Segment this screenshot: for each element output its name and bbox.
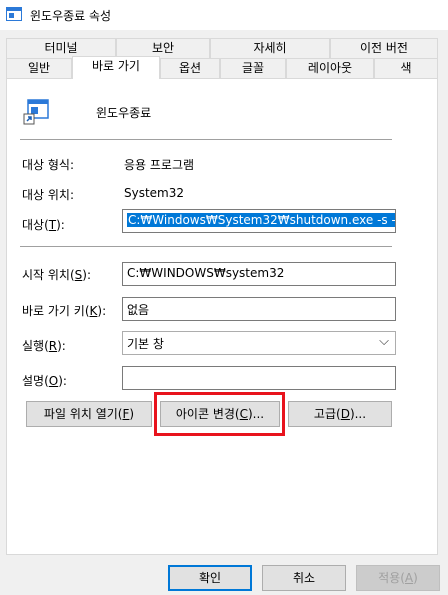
- shortcut-key-label: 바로 가기 키(K):: [22, 304, 107, 318]
- comment-input[interactable]: [122, 366, 396, 390]
- chevron-down-icon: ⌵: [379, 334, 389, 349]
- target-location-value: System32: [124, 186, 185, 200]
- tab-general[interactable]: 일반: [6, 58, 72, 79]
- start-in-label: 시작 위치(S):: [22, 268, 92, 282]
- title-bar: 윈도우종료 속성: [0, 0, 448, 30]
- run-select[interactable]: 기본 창 ⌵: [122, 331, 396, 355]
- target-location-label: 대상 위치:: [22, 188, 75, 202]
- shortcut-name: 윈도우종료: [96, 106, 152, 120]
- tab-shortcut[interactable]: 바로 가기: [72, 56, 160, 79]
- target-input[interactable]: C:₩Windows₩System32₩shutdown.exe -s -t 0: [122, 209, 396, 233]
- tab-font[interactable]: 글꼴: [220, 58, 286, 79]
- tab-options[interactable]: 옵션: [160, 58, 220, 79]
- ok-button[interactable]: 확인: [168, 565, 252, 591]
- run-label: 실행(R):: [22, 339, 66, 353]
- open-file-location-button[interactable]: 파일 위치 열기(F): [26, 401, 152, 427]
- advanced-button[interactable]: 고급(D)...: [288, 401, 392, 427]
- start-in-input[interactable]: C:₩WINDOWS₩system32: [122, 262, 396, 286]
- tab-layout[interactable]: 레이아웃: [286, 58, 374, 79]
- target-type-label: 대상 형식:: [22, 158, 75, 172]
- target-input-selected-text: C:₩Windows₩System32₩shutdown.exe -s -t 0: [127, 213, 395, 227]
- run-select-value: 기본 창: [127, 337, 164, 351]
- separator: [20, 139, 392, 140]
- separator: [20, 246, 392, 247]
- shortcut-key-input[interactable]: 없음: [122, 297, 396, 321]
- target-label: 대상(T):: [22, 218, 65, 232]
- cancel-button[interactable]: 취소: [262, 565, 346, 591]
- change-icon-button[interactable]: 아이콘 변경(C)...: [160, 401, 280, 427]
- tab-colors[interactable]: 색: [374, 58, 438, 79]
- apply-button[interactable]: 적용(A): [356, 565, 440, 591]
- tab-previous-versions[interactable]: 이전 버전: [330, 38, 438, 59]
- tab-details[interactable]: 자세히: [210, 38, 330, 59]
- shortcut-file-icon: [23, 99, 49, 125]
- shortcut-app-icon: [6, 7, 22, 21]
- window-title: 윈도우종료 속성: [30, 9, 112, 23]
- comment-label: 설명(O):: [22, 374, 67, 388]
- target-type-value: 응용 프로그램: [124, 158, 195, 172]
